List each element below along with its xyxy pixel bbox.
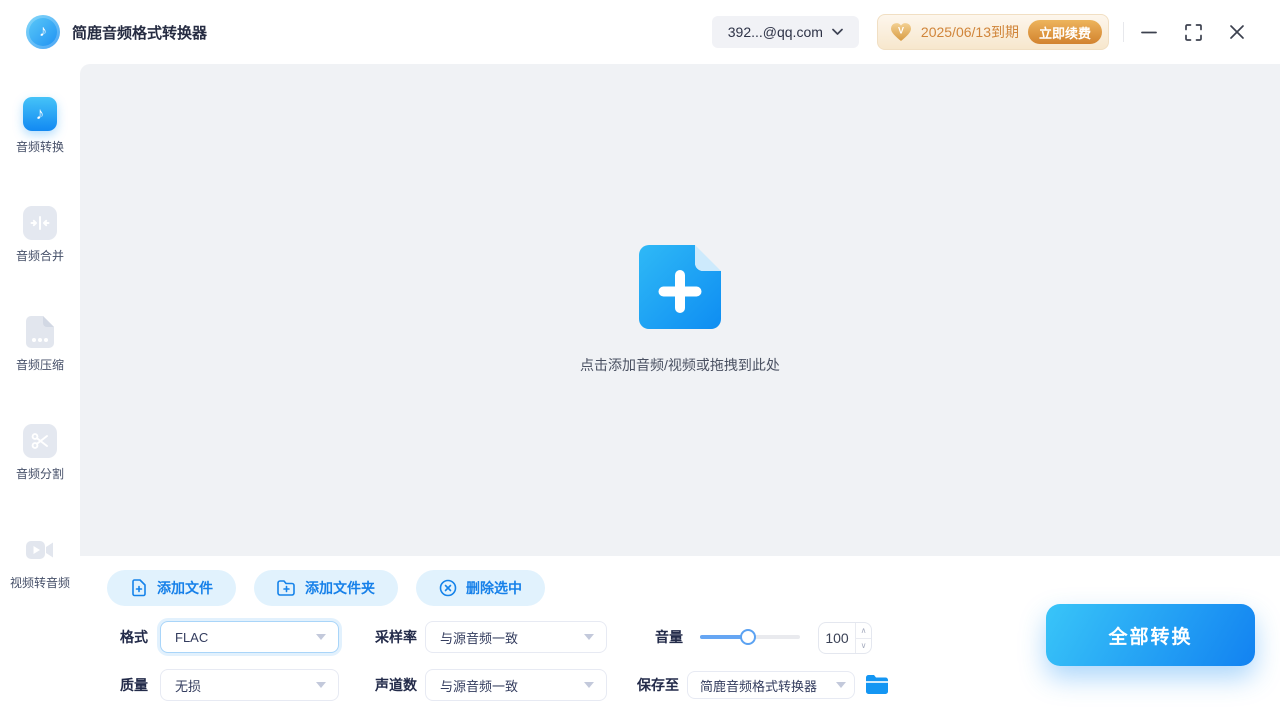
sample-rate-value: 与源音频一致: [440, 628, 518, 647]
file-plus-icon: [639, 245, 721, 329]
quality-select[interactable]: 无损: [160, 669, 339, 701]
sidebar-item-audio-split[interactable]: 音频分割: [16, 424, 64, 482]
sample-rate-select[interactable]: 与源音频一致: [425, 621, 607, 653]
minimize-icon: [1141, 24, 1157, 40]
convert-all-button[interactable]: 全部转换: [1046, 604, 1255, 666]
browse-folder-button[interactable]: [866, 675, 888, 694]
app-logo-icon: ♪: [26, 15, 60, 49]
sidebar-item-label: 音频压缩: [16, 356, 64, 373]
format-label: 格式: [120, 621, 148, 653]
title-bar: ♪ 简鹿音频格式转换器 392...@qq.com V 2025/06/13到期…: [0, 0, 1280, 64]
minimize-button[interactable]: [1140, 23, 1158, 41]
volume-slider-handle[interactable]: [740, 629, 756, 645]
channels-label: 声道数: [375, 669, 417, 701]
volume-spinner: ∧ ∨: [855, 623, 871, 653]
music-note-icon: ♪: [23, 97, 57, 131]
sidebar: ♪ 音频转换 音频合并 音频压缩 音频: [0, 64, 80, 720]
vip-heart-icon: V: [890, 22, 912, 42]
delete-selected-button[interactable]: 删除选中: [416, 570, 545, 606]
svg-text:V: V: [898, 26, 904, 36]
file-drop-zone[interactable]: 点击添加音频/视频或拖拽到此处: [80, 64, 1280, 556]
add-folder-label: 添加文件夹: [305, 578, 375, 598]
sidebar-item-label: 音频转换: [16, 138, 64, 155]
window-controls: [1140, 23, 1246, 41]
sidebar-item-video-to-audio[interactable]: 视频转音频: [10, 533, 70, 591]
volume-number-input: ∧ ∨: [818, 622, 872, 654]
dropdown-caret-icon: [584, 682, 594, 688]
delete-selected-label: 删除选中: [466, 578, 522, 598]
vip-expiry-text: 2025/06/13到期: [921, 22, 1019, 42]
merge-arrows-icon: [23, 206, 57, 240]
dropdown-caret-icon: [316, 682, 326, 688]
sample-rate-label: 采样率: [375, 621, 417, 653]
fullscreen-button[interactable]: [1184, 23, 1202, 41]
sidebar-item-audio-convert[interactable]: ♪ 音频转换: [16, 97, 64, 155]
spinner-down-icon[interactable]: ∨: [856, 639, 871, 654]
video-camera-icon: [23, 533, 57, 567]
volume-value-field[interactable]: [819, 623, 855, 653]
chevron-down-icon: [832, 28, 843, 36]
vip-status-badge: V 2025/06/13到期 立即续费: [877, 14, 1109, 50]
folder-plus-icon: [277, 580, 296, 597]
sidebar-item-label: 视频转音频: [10, 574, 70, 591]
drop-zone-hint: 点击添加音频/视频或拖拽到此处: [580, 355, 780, 375]
save-to-select[interactable]: 简鹿音频格式转换器: [687, 671, 855, 699]
sidebar-item-label: 音频合并: [16, 247, 64, 264]
volume-slider[interactable]: [700, 635, 800, 639]
scissors-icon: [23, 424, 57, 458]
app-title: 简鹿音频格式转换器: [72, 22, 207, 43]
account-email: 392...@qq.com: [728, 24, 823, 40]
dropdown-caret-icon: [836, 682, 846, 688]
file-plus-icon: [130, 579, 148, 597]
folder-icon: [866, 675, 888, 694]
sidebar-item-audio-compress[interactable]: 音频压缩: [16, 315, 64, 373]
format-value: FLAC: [175, 630, 208, 645]
channels-value: 与源音频一致: [440, 676, 518, 695]
close-button[interactable]: [1228, 23, 1246, 41]
sidebar-item-label: 音频分割: [16, 465, 64, 482]
add-file-label: 添加文件: [157, 578, 213, 598]
close-icon: [1229, 24, 1245, 40]
bottom-panel: 添加文件 添加文件夹 删除选中 格式 FLAC 采样率 与源音频一致 音量: [80, 556, 1280, 720]
sidebar-item-audio-merge[interactable]: 音频合并: [16, 206, 64, 264]
save-to-value: 简鹿音频格式转换器: [700, 676, 817, 695]
circle-x-icon: [439, 579, 457, 597]
volume-label: 音量: [655, 621, 683, 653]
spinner-up-icon[interactable]: ∧: [856, 623, 871, 639]
channels-select[interactable]: 与源音频一致: [425, 669, 607, 701]
header-divider: [1123, 22, 1124, 42]
compressed-file-icon: [23, 315, 57, 349]
file-actions-toolbar: 添加文件 添加文件夹 删除选中: [107, 570, 545, 606]
save-to-label: 保存至: [637, 669, 679, 701]
dropdown-caret-icon: [316, 634, 326, 640]
format-select[interactable]: FLAC: [160, 621, 339, 653]
add-folder-button[interactable]: 添加文件夹: [254, 570, 398, 606]
renew-button[interactable]: 立即续费: [1028, 20, 1102, 44]
fullscreen-icon: [1185, 24, 1202, 41]
quality-label: 质量: [120, 669, 148, 701]
quality-value: 无损: [175, 676, 201, 695]
add-file-button[interactable]: 添加文件: [107, 570, 236, 606]
account-dropdown[interactable]: 392...@qq.com: [712, 16, 859, 48]
dropdown-caret-icon: [584, 634, 594, 640]
